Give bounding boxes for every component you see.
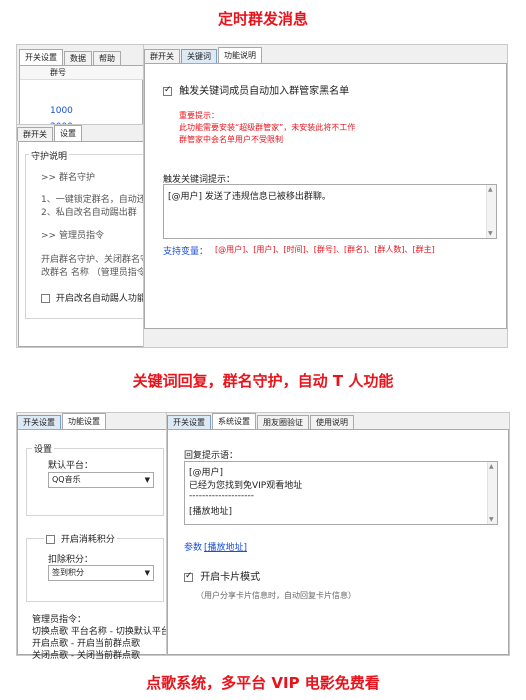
music-settings-window: 开关设置 功能设置 设置 默认平台： QQ音乐 ▼ 开启消耗积分 扣除积分： 签…	[16, 412, 170, 661]
function-settings-panel: 设置 默认平台： QQ音乐 ▼ 开启消耗积分 扣除积分： 签到积分 ▼ 管理员指…	[17, 429, 170, 661]
blacklist-checkbox[interactable]: 触发关键词成员自动加入群管家黑名单	[163, 82, 349, 97]
params-label: 参数	[184, 543, 203, 553]
tab-group-switch[interactable]: 群开关	[17, 127, 53, 141]
tab-usage-instructions[interactable]: 使用说明	[310, 415, 354, 429]
keyword-panel: 触发关键词成员自动加入群管家黑名单 重要提示： 此功能需要安装“超级群管家”，未…	[144, 63, 507, 329]
front-window: 群开关 关键词 功能说明 触发关键词成员自动加入群管家黑名单 重要提示： 此功能…	[143, 44, 508, 348]
guard-line: 改群名 名称 （管理员指令	[41, 268, 146, 278]
checkbox-checked-icon[interactable]	[163, 85, 172, 96]
vars-label: 支持变量：	[163, 247, 209, 257]
admin-cmd-line: 关闭点歌 - 关闭当前群点歌	[32, 651, 140, 661]
notice-line: 此功能需要安装“超级群管家”，未安装此将不工作	[179, 123, 356, 132]
guard-line: >> 群名守护	[41, 173, 95, 183]
tab-help[interactable]: 帮助	[93, 51, 121, 65]
checkbox-icon[interactable]	[41, 294, 50, 303]
params-link[interactable]: [播放地址]	[204, 540, 247, 553]
auto-kick-checkbox[interactable]: 开启改名自动踢人功能	[41, 291, 146, 304]
guard-panel: 守护说明 >> 群名守护 1、一键锁定群名，自动还原 2、私自改名自动踢出群 >…	[18, 141, 158, 347]
tab-settings[interactable]: 设置	[54, 125, 82, 141]
prompt-textarea[interactable]: [@用户] 发送了违规信息已被移出群聊。 ▲ ▼	[163, 184, 497, 239]
system-settings-panel: 回复提示语： [@用户] 已经为您找到免VIP观看地址 ------------…	[167, 429, 509, 655]
tab-group-switch[interactable]: 群开关	[144, 49, 180, 63]
points-checkbox[interactable]: 开启消耗积分	[44, 532, 117, 545]
guard-line: >> 管理员指令	[41, 231, 104, 241]
prompt-value: [@用户] 发送了违规信息已被移出群聊。	[168, 192, 331, 202]
tab-data[interactable]: 数据	[64, 51, 92, 65]
deduct-select[interactable]: 签到积分 ▼	[48, 565, 154, 581]
tab-system-settings[interactable]: 系统设置	[212, 413, 256, 429]
card-mode-label: 开启卡片模式	[200, 572, 261, 583]
scroll-down-icon[interactable]: ▼	[489, 516, 494, 523]
reply-textarea[interactable]: [@用户] 已经为您找到免VIP观看地址 -------------------…	[184, 461, 498, 525]
tab-switch-settings[interactable]: 开关设置	[167, 415, 211, 429]
guard-line: 2、私自改名自动踢出群	[41, 208, 137, 218]
tab-switch-settings[interactable]: 开关设置	[17, 415, 61, 429]
reply-line: [播放地址]	[189, 507, 233, 517]
reply-line: 已经为您找到免VIP观看地址	[189, 481, 303, 491]
notice-line: 群管家中会名单用户不受限制	[179, 135, 283, 144]
auto-kick-label: 开启改名自动踢人功能	[55, 294, 146, 304]
tab-function-settings[interactable]: 功能设置	[62, 413, 106, 429]
tab-switch-settings[interactable]: 开关设置	[19, 49, 63, 65]
vars-list: [@用户]、[用户]、[时间]、[群号]、[群名]、[群人数]、[群主]	[215, 245, 435, 254]
card-mode-hint: （用户分享卡片信息时，自动回复卡片信息）	[196, 591, 356, 600]
tab-keywords[interactable]: 关键词	[181, 49, 217, 63]
deduct-label: 扣除积分：	[48, 555, 94, 565]
platform-value: QQ音乐	[52, 475, 81, 484]
notice-heading: 重要提示：	[179, 111, 219, 120]
settings-group-title: 设置	[32, 442, 55, 455]
chevron-down-icon[interactable]: ▼	[145, 473, 150, 487]
guard-description-title: 守护说明	[29, 149, 70, 162]
column-header-group-number[interactable]: 群号	[20, 66, 143, 80]
footer-title: 点歌系统，多平台 VIP 电影免费看	[146, 674, 380, 692]
reply-line: [@用户]	[189, 468, 224, 478]
reply-line: --------------------	[189, 491, 254, 501]
mid-window: 群开关 设置 守护说明 >> 群名守护 1、一键锁定群名，自动还原 2、私自改名…	[16, 124, 158, 348]
section2-title: 关键词回复，群名守护，自动 T 人功能	[132, 372, 394, 390]
reply-scrollbar[interactable]: ▲ ▼	[487, 462, 497, 524]
section1-title: 定时群发消息	[217, 10, 308, 28]
deduct-value: 签到积分	[52, 568, 84, 577]
system-settings-window: 开关设置 系统设置 朋友圈验证 使用说明 回复提示语： [@用户] 已经为您找到…	[166, 412, 510, 656]
checkbox-icon[interactable]	[46, 535, 55, 544]
table-row[interactable]: 1000	[50, 106, 73, 116]
guard-line: 1、一键锁定群名，自动还原	[41, 195, 155, 205]
checkbox-checked-icon[interactable]	[184, 571, 193, 582]
points-checkbox-label: 开启消耗积分	[60, 535, 115, 545]
prompt-scrollbar[interactable]: ▲ ▼	[486, 185, 496, 238]
blacklist-label: 触发关键词成员自动加入群管家黑名单	[179, 86, 350, 97]
tab-moments-verification[interactable]: 朋友圈验证	[257, 415, 309, 429]
guard-line: 开启群名守护、关闭群名守护	[41, 255, 159, 265]
platform-select[interactable]: QQ音乐 ▼	[48, 472, 154, 488]
tab-feature-description[interactable]: 功能说明	[218, 47, 262, 63]
reply-label: 回复提示语：	[184, 451, 239, 461]
chevron-down-icon[interactable]: ▼	[145, 566, 150, 580]
scroll-up-icon[interactable]: ▲	[488, 186, 493, 193]
platform-label: 默认平台：	[48, 461, 94, 471]
card-mode-checkbox[interactable]: 开启卡片模式	[184, 568, 260, 583]
scroll-up-icon[interactable]: ▲	[489, 463, 494, 470]
scroll-down-icon[interactable]: ▼	[488, 230, 493, 237]
